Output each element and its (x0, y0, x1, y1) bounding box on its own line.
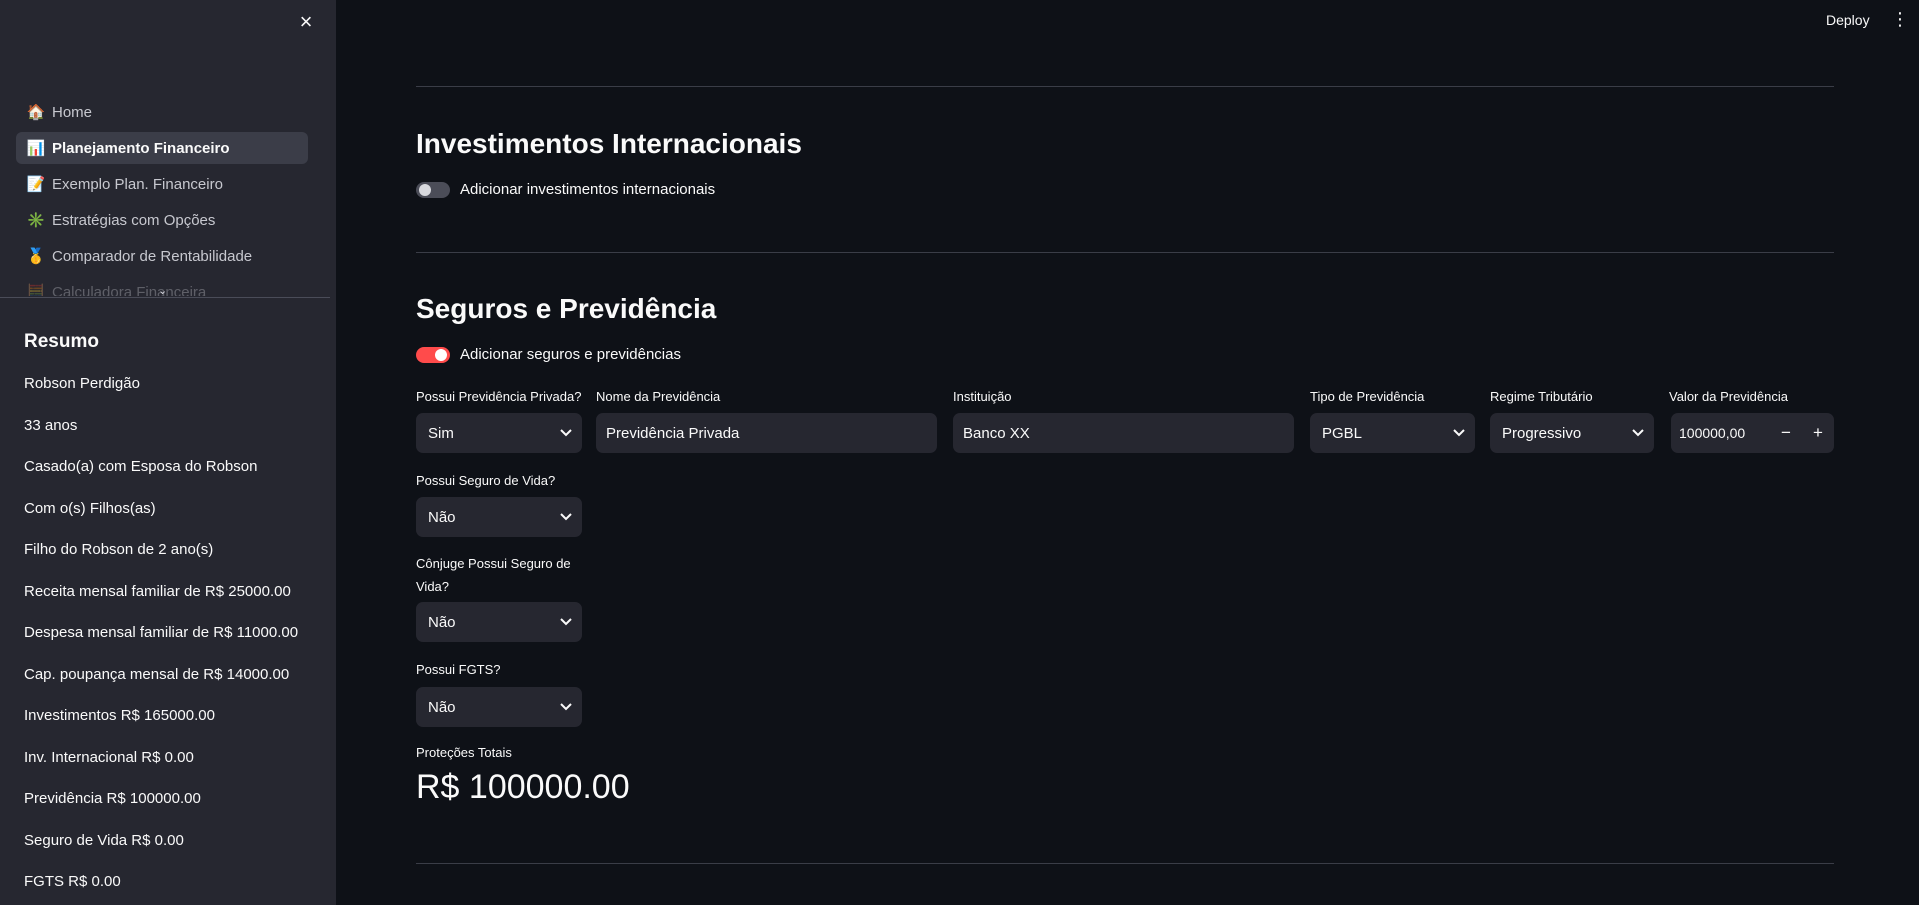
pension-type-select[interactable]: PGBL (1310, 413, 1475, 453)
nav-item-label: Comparador de Rentabilidade (52, 247, 253, 265)
fgts-value: Não (428, 698, 456, 716)
institution-input[interactable]: Banco XX (953, 413, 1294, 453)
chevron-down-icon[interactable]: ⌄ (158, 284, 167, 297)
deploy-button[interactable]: Deploy (1826, 12, 1870, 28)
toggle-international-row: Adicionar investimentos internacionais (416, 181, 715, 198)
nav-item-estrategias-opcoes[interactable]: ✳️ Estratégias com Opções (16, 204, 308, 236)
spouse-life-insurance-value: Não (428, 613, 456, 631)
spouse-life-insurance-select[interactable]: Não (416, 602, 582, 642)
institution-label: Instituição (953, 389, 1012, 404)
nav-item-home[interactable]: 🏠 Home (16, 96, 308, 128)
pension-name-label: Nome da Previdência (596, 389, 721, 404)
memo-icon: 📝 (26, 176, 46, 193)
summary-line: Robson Perdigão (24, 375, 140, 392)
nav-item-comparador-rentabilidade[interactable]: 🥇 Comparador de Rentabilidade (16, 240, 308, 272)
increment-button[interactable]: + (1802, 423, 1834, 443)
tax-regime-value: Progressivo (1502, 424, 1582, 442)
nav-item-label: Exemplo Plan. Financeiro (52, 175, 223, 193)
summary-line: Filho do Robson de 2 ano(s) (24, 541, 214, 558)
summary-line: Seguro de Vida R$ 0.00 (24, 831, 184, 849)
chevron-down-icon (1622, 426, 1654, 440)
life-insurance-label: Possui Seguro de Vida? (416, 473, 556, 488)
divider (416, 863, 1834, 864)
sidebar-nav: 🏠 Home 📊 Planejamento Financeiro 📝 Exemp… (16, 96, 308, 296)
section-title-international: Investimentos Internacionais (416, 128, 802, 159)
sparkle-icon: ✳️ (26, 212, 46, 229)
nav-item-exemplo-plan-financeiro[interactable]: 📝 Exemplo Plan. Financeiro (16, 168, 308, 200)
summary-line: Cap. poupança mensal de R$ 14000.00 (24, 665, 290, 683)
chevron-down-icon (550, 510, 582, 524)
chevron-down-icon (1443, 426, 1475, 440)
metric-label: Proteções Totais (416, 745, 512, 760)
decrement-button[interactable]: − (1770, 423, 1802, 443)
metric-value: R$ 100000.00 (416, 768, 630, 806)
sidebar-divider (0, 297, 330, 298)
pension-type-label: Tipo de Previdência (1310, 389, 1425, 404)
toggle-insurance-label: Adicionar seguros e previdências (460, 346, 681, 363)
pension-value-value: 100000,00 (1679, 425, 1746, 441)
tax-regime-select[interactable]: Progressivo (1490, 413, 1654, 453)
toggle-insurance-row: Adicionar seguros e previdências (416, 346, 681, 363)
fgts-select[interactable]: Não (416, 687, 582, 727)
pension-value-label: Valor da Previdência (1669, 389, 1788, 404)
bar-chart-icon: 📊 (26, 140, 46, 157)
has-pension-label: Possui Previdência Privada? (416, 389, 582, 404)
toggle-international-label: Adicionar investimentos internacionais (460, 181, 716, 198)
pension-value-input[interactable]: 100000,00 − + (1671, 413, 1834, 453)
summary-line: Investimentos R$ 165000.00 (24, 707, 215, 724)
sidebar: × 🏠 Home 📊 Planejamento Financeiro 📝 Exe… (0, 0, 336, 905)
pension-type-value: PGBL (1322, 424, 1363, 442)
has-pension-select[interactable]: Sim (416, 413, 582, 453)
kebab-menu-icon[interactable]: ⋮ (1891, 10, 1909, 30)
summary-line: Receita mensal familiar de R$ 25000.00 (24, 582, 291, 600)
has-pension-value: Sim (428, 424, 454, 442)
pension-name-value: Previdência Privada (606, 424, 740, 442)
summary-title: Resumo (24, 331, 99, 352)
nav-item-label: Calculadora Financeira (52, 283, 207, 297)
summary-line: 33 anos (24, 416, 78, 434)
chevron-down-icon (550, 426, 582, 440)
pension-name-input[interactable]: Previdência Privada (596, 413, 937, 453)
chevron-down-icon (550, 615, 582, 629)
abacus-icon: 🧮 (26, 284, 46, 296)
summary-panel: Resumo Robson Perdigão 33 anos Casado(a)… (24, 330, 324, 905)
summary-line: Casado(a) com Esposa do Robson (24, 458, 258, 475)
close-icon[interactable]: × (296, 11, 316, 33)
divider (416, 252, 1834, 253)
nav-item-label: Planejamento Financeiro (52, 139, 230, 157)
summary-line: Previdência R$ 100000.00 (24, 790, 201, 807)
summary-line: Com o(s) Filhos(as) (24, 499, 156, 517)
chevron-down-icon (550, 700, 582, 714)
medal-icon: 🥇 (26, 248, 46, 265)
summary-line: FGTS R$ 0.00 (24, 873, 121, 890)
fgts-label: Possui FGTS? (416, 662, 501, 677)
toggle-insurance[interactable] (416, 346, 450, 363)
section-title-insurance: Seguros e Previdência (416, 293, 717, 324)
nav-item-label: Home (52, 103, 93, 121)
toggle-international[interactable] (416, 181, 450, 198)
nav-item-label: Estratégias com Opções (52, 211, 216, 229)
summary-line: Inv. Internacional R$ 0.00 (24, 748, 194, 766)
house-icon: 🏠 (26, 104, 46, 121)
life-insurance-value: Não (428, 508, 456, 526)
life-insurance-select[interactable]: Não (416, 497, 582, 537)
nav-item-planejamento-financeiro[interactable]: 📊 Planejamento Financeiro (16, 132, 308, 164)
spouse-life-insurance-label: Cônjuge Possui Seguro de Vida? (416, 556, 571, 594)
institution-value: Banco XX (963, 424, 1030, 442)
divider (416, 86, 1834, 87)
summary-line: Despesa mensal familiar de R$ 11000.00 (24, 624, 299, 641)
tax-regime-label: Regime Tributário (1490, 389, 1593, 404)
